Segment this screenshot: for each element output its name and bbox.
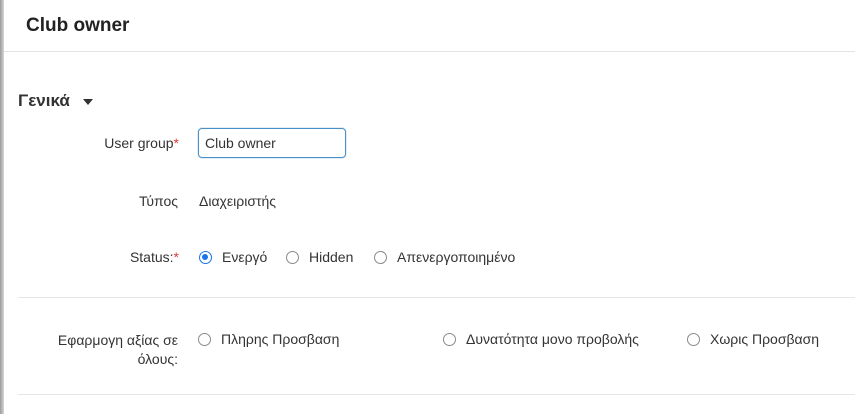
apply-all-option-full-access[interactable]: Πληρης Προσβαση xyxy=(198,331,339,347)
required-mark: * xyxy=(173,249,179,265)
radio-button-checked[interactable] xyxy=(199,250,212,264)
type-label: Τύπος xyxy=(139,193,178,209)
radio-button[interactable] xyxy=(374,250,387,264)
page-title: Club owner xyxy=(26,15,130,36)
left-edge-shadow xyxy=(0,0,4,414)
radio-button[interactable] xyxy=(286,250,299,264)
app-frame: Club owner Γενικά User group* Τύπος Διαχ… xyxy=(0,0,855,414)
status-label: Status:* xyxy=(60,249,179,265)
apply-all-option-label: Πληρης Προσβαση xyxy=(221,331,340,347)
user-group-label-text: User group xyxy=(104,135,174,151)
status-option-label: Απενεργοποιημένο xyxy=(397,249,516,265)
apply-all-option-label: Δυνατότητα μονο προβολής xyxy=(466,331,639,347)
section-title: Γενικά xyxy=(18,91,70,110)
status-option-hidden[interactable]: Hidden xyxy=(286,249,353,265)
status-option-active[interactable]: Ενεργό xyxy=(199,249,267,265)
radio-button[interactable] xyxy=(443,332,456,346)
user-group-input[interactable] xyxy=(198,128,346,158)
status-option-disabled[interactable]: Απενεργοποιημένο xyxy=(374,249,515,265)
section-toggle-general[interactable]: Γενικά xyxy=(18,91,93,111)
page-header: Club owner xyxy=(4,0,855,52)
status-option-label: Ενεργό xyxy=(222,249,268,265)
apply-all-option-no-access[interactable]: Χωρις Προσβαση xyxy=(687,331,819,347)
apply-all-option-label: Χωρις Προσβαση xyxy=(710,331,820,347)
divider xyxy=(18,394,855,395)
user-group-label: User group* xyxy=(60,135,179,151)
radio-button[interactable] xyxy=(198,332,211,346)
radio-button[interactable] xyxy=(687,332,700,346)
apply-all-option-view-only[interactable]: Δυνατότητα μονο προβολής xyxy=(443,331,639,347)
apply-all-label-line2: όλους: xyxy=(137,351,178,367)
type-value: Διαχειριστής xyxy=(199,193,277,209)
divider xyxy=(18,297,855,298)
apply-all-label: Εφαρμογη αξίας σε όλους: xyxy=(20,331,178,369)
apply-all-label-line1: Εφαρμογη αξίας σε xyxy=(57,332,178,348)
required-mark: * xyxy=(173,135,179,151)
caret-down-icon[interactable] xyxy=(82,98,93,105)
status-option-label: Hidden xyxy=(309,249,354,265)
status-label-text: Status: xyxy=(129,249,174,265)
